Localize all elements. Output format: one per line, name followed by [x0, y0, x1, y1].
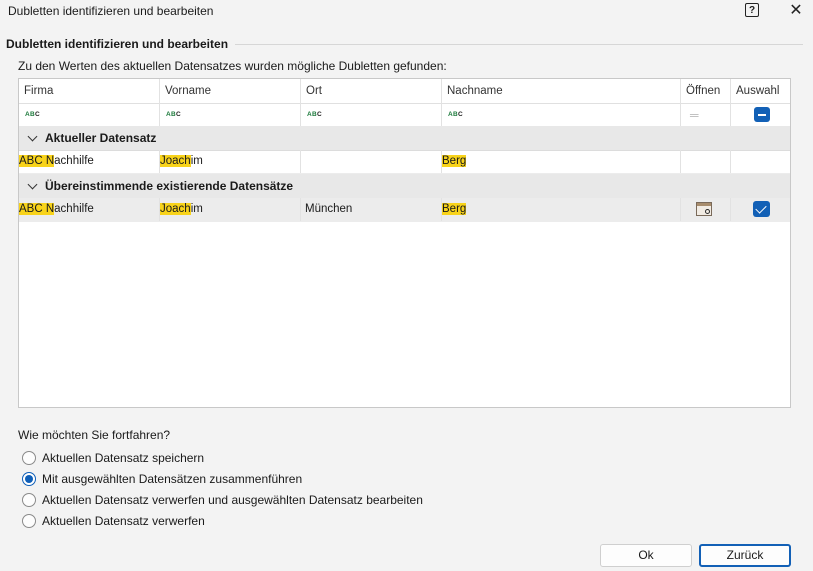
cell-text: achhilfe [54, 155, 94, 167]
radio-merge-selected[interactable]: Mit ausgewählten Datensätzen zusammenfüh… [22, 471, 422, 489]
title-bar: Dubletten identifizieren und bearbeiten … [0, 0, 813, 22]
cell-text: im [190, 203, 203, 215]
radio-discard-current[interactable]: Aktuellen Datensatz verwerfen [22, 513, 422, 531]
grid-header: Firma Vorname Ort Nachname Öffnen Auswah… [19, 79, 790, 104]
radio-label[interactable]: Mit ausgewählten Datensätzen zusammenfüh… [42, 472, 302, 486]
abc-text-filter-icon: ABC [448, 111, 463, 118]
help-button[interactable]: ? [745, 3, 759, 17]
group-label: Aktueller Datensatz [45, 131, 157, 145]
filter-ort[interactable]: ABC [301, 103, 442, 126]
chevron-down-icon[interactable] [27, 179, 38, 190]
cell-nachname: Berg [442, 198, 681, 221]
section-title: Dubletten identifizieren und bearbeiten [6, 37, 229, 51]
cell-vorname: Joachim [160, 198, 301, 221]
table-row[interactable]: ABC Nachhilfe Joachim München Berg [19, 198, 790, 222]
group-header-current[interactable]: Aktueller Datensatz [19, 126, 790, 151]
cell-auswahl [731, 198, 790, 221]
column-header-vorname[interactable]: Vorname [160, 79, 301, 103]
duplicates-grid: Firma Vorname Ort Nachname Öffnen Auswah… [18, 78, 791, 408]
indeterminate-checkbox-icon[interactable] [754, 107, 770, 122]
cell-oeffnen [681, 198, 731, 221]
filter-vorname[interactable]: ABC [160, 103, 301, 126]
select-checkbox[interactable] [753, 201, 770, 217]
chevron-down-icon[interactable] [27, 131, 38, 142]
abc-text-filter-icon: ABC [25, 111, 40, 118]
cell-text: im [190, 155, 203, 167]
back-button[interactable]: Zurück [699, 544, 791, 567]
match-highlight: Berg [442, 203, 467, 215]
radio-label[interactable]: Aktuellen Datensatz verwerfen [42, 514, 205, 528]
section-divider [235, 44, 803, 45]
column-header-oeffnen[interactable]: Öffnen [681, 79, 731, 103]
ok-button[interactable]: Ok [600, 544, 692, 567]
radio-circle[interactable] [22, 493, 36, 507]
radio-circle[interactable] [22, 451, 36, 465]
cell-ort: München [301, 198, 442, 221]
group-label: Übereinstimmende existierende Datensätze [45, 179, 294, 193]
filter-nachname[interactable]: ABC [442, 103, 681, 126]
radio-circle-selected[interactable] [22, 472, 36, 486]
cell-ort [301, 150, 442, 173]
close-button[interactable]: ✕ [782, 0, 810, 22]
proceed-question: Wie möchten Sie fortfahren? [18, 428, 171, 442]
radio-label[interactable]: Aktuellen Datensatz speichern [42, 451, 204, 465]
cell-text: achhilfe [54, 203, 94, 215]
radio-label[interactable]: Aktuellen Datensatz verwerfen und ausgew… [42, 493, 423, 507]
abc-text-filter-icon: ABC [166, 111, 181, 118]
radio-circle[interactable] [22, 514, 36, 528]
cell-nachname: Berg [442, 150, 681, 173]
filter-row: ABC ABC ABC ABC ═ [19, 103, 790, 127]
match-highlight: Joach [160, 155, 191, 167]
abc-text-filter-icon: ABC [307, 111, 322, 118]
cell-oeffnen [681, 150, 731, 173]
table-row[interactable]: ABC Nachhilfe Joachim Berg [19, 150, 790, 174]
window-title: Dubletten identifizieren und bearbeiten [8, 4, 214, 18]
column-header-ort[interactable]: Ort [301, 79, 442, 103]
section-subtitle: Zu den Werten des aktuellen Datensatzes … [18, 59, 447, 73]
open-record-icon[interactable] [696, 202, 712, 216]
column-header-auswahl[interactable]: Auswahl [731, 79, 790, 103]
filter-auswahl[interactable] [731, 103, 790, 126]
group-header-existing[interactable]: Übereinstimmende existierende Datensätze [19, 174, 790, 199]
match-highlight: ABC N [19, 203, 55, 215]
cell-firma: ABC Nachhilfe [19, 198, 160, 221]
cell-vorname: Joachim [160, 150, 301, 173]
radio-save-current[interactable]: Aktuellen Datensatz speichern [22, 450, 422, 468]
filter-firma[interactable]: ABC [19, 103, 160, 126]
match-highlight: ABC N [19, 155, 55, 167]
cell-firma: ABC Nachhilfe [19, 150, 160, 173]
cell-auswahl [731, 150, 790, 173]
match-highlight: Berg [442, 155, 467, 167]
radio-discard-and-edit[interactable]: Aktuellen Datensatz verwerfen und ausgew… [22, 492, 423, 510]
column-header-firma[interactable]: Firma [19, 79, 160, 103]
match-highlight: Joach [160, 203, 191, 215]
filter-oeffnen[interactable]: ═ [681, 103, 731, 126]
equals-filter-icon: ═ [690, 108, 699, 122]
column-header-nachname[interactable]: Nachname [442, 79, 681, 103]
